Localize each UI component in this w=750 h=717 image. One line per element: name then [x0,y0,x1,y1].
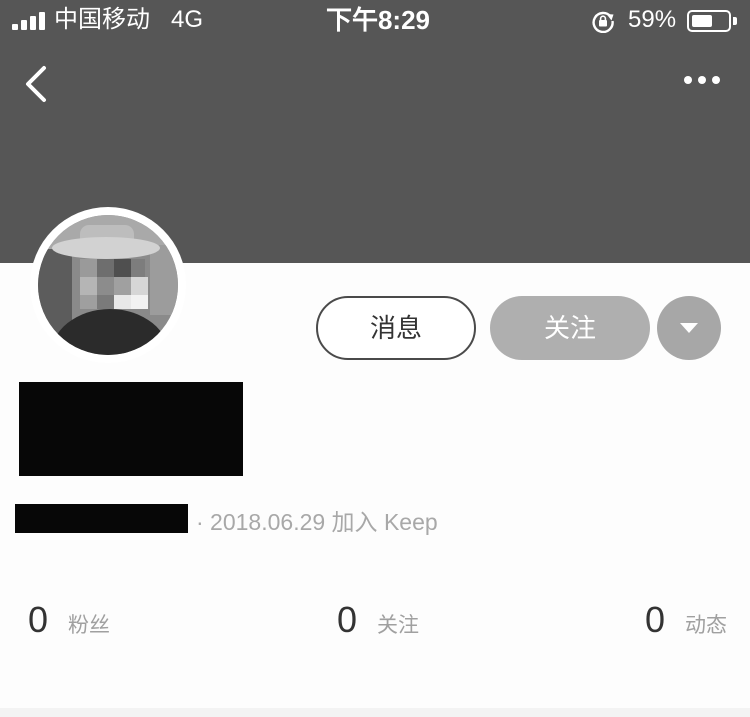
stat-following[interactable]: 0 关注 [337,596,419,644]
stat-posts[interactable]: 0 动态 [645,596,727,644]
stat-value: 0 [337,599,358,640]
message-button[interactable]: 消息 [316,296,476,360]
redacted-info-block [15,504,188,533]
stat-value: 0 [645,599,666,640]
stat-label: 粉丝 [68,614,111,637]
caret-down-icon [680,323,698,333]
battery-terminal [733,17,737,25]
section-divider [0,708,750,717]
stat-label: 动态 [685,614,728,637]
back-button[interactable] [18,60,58,108]
avatar-photo [38,215,178,355]
battery-percent: 59% [628,6,677,33]
status-bar: 中国移动 4G 下午8:29 59% [0,0,750,42]
more-button[interactable] [680,66,724,94]
avatar-image [38,215,178,355]
more-actions-dropdown-button[interactable] [657,296,721,360]
battery-outline [687,10,731,32]
follow-button[interactable]: 关注 [490,296,650,360]
rotation-lock-icon [592,11,614,33]
chevron-left-icon [26,66,46,102]
join-date-info: · 2018.06.29 加入 Keep [196,509,438,535]
battery-icon [687,10,737,32]
stat-label: 关注 [377,614,420,637]
stat-value: 0 [28,599,49,640]
battery-fill [692,15,712,27]
avatar[interactable] [30,207,186,363]
redacted-username-block [19,382,243,476]
more-horizontal-icon [684,76,720,84]
stat-followers[interactable]: 0 粉丝 [28,596,110,644]
